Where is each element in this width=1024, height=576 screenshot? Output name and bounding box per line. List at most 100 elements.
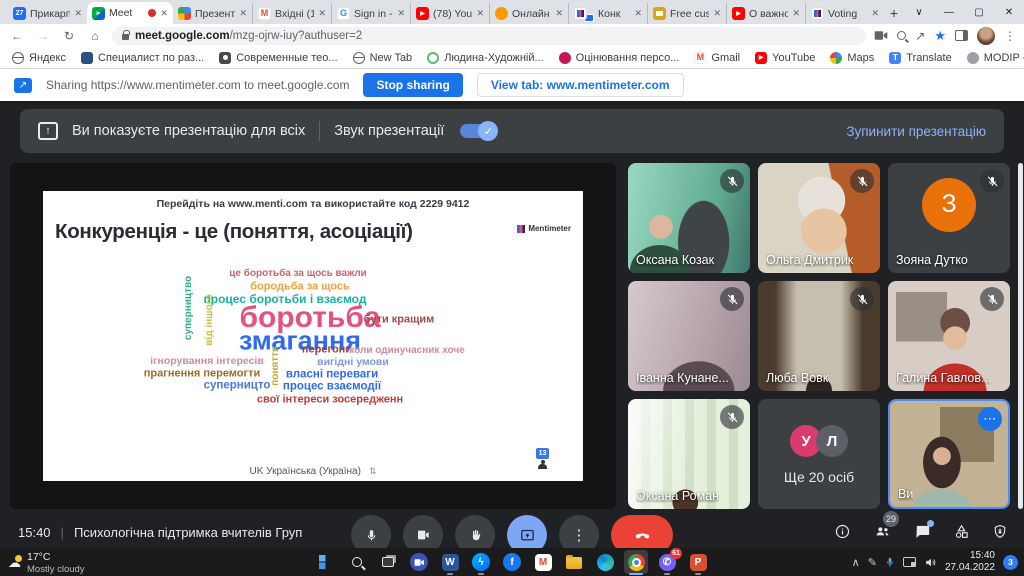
participant-tile-5[interactable]: Люба Вовк: [758, 281, 880, 391]
taskbar-chrome-icon[interactable]: [624, 550, 648, 574]
taskbar-clock[interactable]: 15:40 27.04.2022: [945, 550, 995, 574]
notification-count-badge[interactable]: 3: [1003, 555, 1018, 570]
tray-volume-icon[interactable]: [924, 556, 937, 569]
browser-menu-icon[interactable]: ⋮: [1004, 29, 1016, 43]
taskbar-viber-icon[interactable]: ✆61: [655, 550, 679, 574]
reload-button[interactable]: ↻: [60, 29, 78, 43]
browser-tab-5[interactable]: GSign in -✕: [331, 3, 410, 24]
taskbar-messenger-icon[interactable]: ϟ: [469, 550, 493, 574]
taskbar-start-icon[interactable]: [314, 550, 338, 574]
browser-tab-7[interactable]: Онлайн✕: [489, 3, 568, 24]
tray-cast-icon[interactable]: [903, 557, 916, 567]
browser-tab-2[interactable]: ▸Meet✕: [87, 2, 173, 24]
share-icon[interactable]: ↗: [915, 29, 925, 43]
activities-button[interactable]: [953, 523, 970, 540]
tab-search-icon[interactable]: ∨: [904, 0, 934, 24]
restore-button[interactable]: ▢: [964, 0, 994, 24]
browser-tab-10[interactable]: ▶О важно✕: [726, 3, 805, 24]
participant-tile-4[interactable]: Іванна Кунане...: [628, 281, 750, 391]
people-button[interactable]: 29: [873, 523, 892, 540]
tab-close-icon[interactable]: ✕: [160, 8, 168, 19]
browser-tab-8[interactable]: Конк✕: [568, 3, 647, 24]
taskbar-camera-app-icon[interactable]: [407, 550, 431, 574]
language-expand-icon[interactable]: ⇅: [369, 466, 377, 477]
tab-close-icon[interactable]: ✕: [634, 8, 642, 19]
taskbar-edge-icon[interactable]: [593, 550, 617, 574]
new-tab-button[interactable]: +: [884, 2, 904, 24]
tray-chevron-icon[interactable]: ∧: [852, 556, 860, 569]
zoom-icon[interactable]: [897, 31, 906, 40]
bookmark-item-6[interactable]: Оцінювання персо...: [559, 52, 680, 64]
taskbar-taskview-icon[interactable]: [376, 550, 400, 574]
tab-close-icon[interactable]: ✕: [555, 8, 563, 19]
presentation-stage[interactable]: Перейдіть на www.menti.com та використай…: [10, 163, 616, 509]
close-button[interactable]: ✕: [994, 0, 1024, 24]
taskbar-powerpoint-icon[interactable]: P: [686, 550, 710, 574]
bookmark-star-icon[interactable]: ★: [934, 28, 946, 44]
participant-avatar: З: [922, 178, 976, 232]
address-bar[interactable]: meet.google.com/mzg-ojrw-iuy?authuser=2: [112, 27, 866, 45]
participant-tile-6[interactable]: Галина Гавлов...: [888, 281, 1010, 391]
host-controls-button[interactable]: [992, 523, 1008, 540]
participant-tile-2[interactable]: Ольга Дмитрик: [758, 163, 880, 273]
participant-tile-1[interactable]: Оксана Козак: [628, 163, 750, 273]
home-button[interactable]: ⌂: [86, 29, 104, 43]
bookmark-item-1[interactable]: Яндекс: [12, 52, 66, 64]
viber-badge: 61: [670, 548, 682, 559]
profile-avatar[interactable]: [977, 27, 995, 45]
browser-tab-1[interactable]: 27Прикарп✕: [8, 3, 87, 24]
view-tab-button[interactable]: View tab: www.mentimeter.com: [477, 73, 684, 97]
bookmark-item-8[interactable]: ▶YouTube: [755, 52, 815, 64]
globe-favicon: [12, 52, 24, 64]
participant-tile-3[interactable]: ЗЗояна Дутко: [888, 163, 1010, 273]
browser-tab-6[interactable]: ▶(78) YouT✕: [410, 3, 489, 24]
presentation-audio-toggle[interactable]: ✓: [460, 124, 496, 138]
tab-close-icon[interactable]: ✕: [792, 8, 800, 19]
bookmark-item-5[interactable]: Людина-Художній...: [427, 52, 543, 64]
browser-tab-4[interactable]: MВхідні (1✕: [252, 3, 331, 24]
participant-tile-7[interactable]: Оксана Роман: [628, 399, 750, 509]
bookmark-item-11[interactable]: MODIP - Aristotle...: [967, 52, 1024, 64]
participant-tile-8[interactable]: УЛЩе 20 осіб: [758, 399, 880, 509]
tab-close-icon[interactable]: ✕: [713, 8, 721, 19]
tab-camera-in-use-icon[interactable]: [874, 30, 888, 41]
participants-scrollbar[interactable]: [1018, 163, 1023, 509]
bookmark-item-3[interactable]: Современные тео...: [219, 52, 337, 64]
meeting-details-button[interactable]: [834, 523, 851, 540]
forward-button[interactable]: →: [34, 29, 52, 43]
tab-close-icon[interactable]: ✕: [74, 8, 82, 19]
banner-divider: [319, 121, 320, 141]
self-options-icon[interactable]: ⋯: [978, 407, 1002, 431]
stop-presentation-link[interactable]: Зупинити презентацію: [846, 124, 986, 139]
tab-close-icon[interactable]: ✕: [239, 8, 247, 19]
taskbar-word-icon[interactable]: W: [438, 550, 462, 574]
taskbar-explorer-icon[interactable]: [562, 550, 586, 574]
bookmark-item-7[interactable]: MGmail: [694, 52, 740, 64]
stop-sharing-button[interactable]: Stop sharing: [363, 73, 462, 97]
taskbar-facebook-icon[interactable]: f: [500, 550, 524, 574]
browser-tab-11[interactable]: Voting✕: [805, 3, 884, 24]
bookmark-label: Maps: [847, 52, 874, 64]
side-panel-icon[interactable]: [955, 30, 968, 41]
language-selector[interactable]: UK Українська (Україна): [250, 466, 361, 477]
taskbar-search-icon[interactable]: [345, 550, 369, 574]
tab-close-icon[interactable]: ✕: [397, 8, 405, 19]
browser-tab-9[interactable]: Free cust✕: [647, 3, 726, 24]
weather-widget[interactable]: ☁ 17°C Mostly cloudy: [8, 551, 85, 575]
browser-tab-3[interactable]: Презента✕: [173, 3, 252, 24]
tray-pen-icon[interactable]: ✎: [868, 556, 877, 569]
tab-close-icon[interactable]: ✕: [476, 8, 484, 19]
bookmark-item-2[interactable]: Специалист по раз...: [81, 52, 204, 64]
bookmark-item-4[interactable]: New Tab: [353, 52, 413, 64]
bookmark-item-10[interactable]: TTranslate: [889, 52, 951, 64]
chat-button[interactable]: [914, 523, 931, 540]
slides-favicon: [178, 7, 191, 20]
tab-close-icon[interactable]: ✕: [318, 8, 326, 19]
back-button[interactable]: ←: [8, 29, 26, 43]
tray-mic-icon[interactable]: [885, 556, 895, 569]
tab-close-icon[interactable]: ✕: [871, 8, 879, 19]
taskbar-mail-icon[interactable]: M: [531, 550, 555, 574]
participant-tile-9[interactable]: Ви⋯: [888, 399, 1010, 509]
minimize-button[interactable]: —: [934, 0, 964, 24]
bookmark-item-9[interactable]: Maps: [830, 52, 874, 64]
